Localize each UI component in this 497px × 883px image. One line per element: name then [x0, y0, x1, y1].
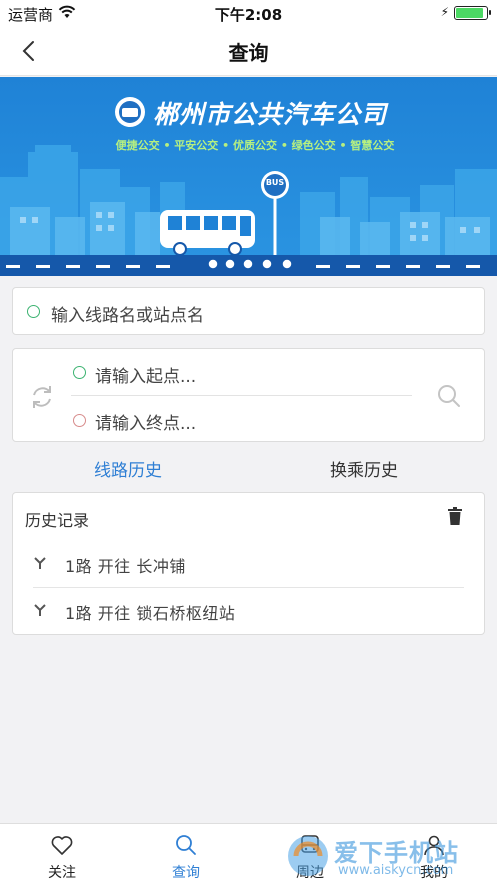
- history-header: 历史记录: [25, 511, 90, 530]
- route-fork-icon: [34, 604, 46, 616]
- divider: [71, 395, 412, 396]
- tab-query[interactable]: 查询: [124, 824, 248, 883]
- history-item-label: 1路 开往 长冲铺: [65, 557, 186, 576]
- watermark-logo-icon: [288, 836, 328, 876]
- heart-icon: [51, 836, 73, 855]
- divider: [33, 587, 464, 588]
- tab-transfer-history[interactable]: 换乘历史: [330, 456, 398, 481]
- status-bar: 运营商 下午2:08 ⚡: [0, 0, 497, 26]
- tab-follow[interactable]: 关注: [0, 824, 124, 883]
- battery-icon: [454, 6, 491, 20]
- start-input[interactable]: 请输入起点...: [95, 362, 196, 387]
- page-title: 查询: [228, 41, 269, 65]
- clock: 下午2:08: [214, 6, 283, 24]
- trash-icon[interactable]: [448, 507, 462, 525]
- watermark-url: www.aiskycn.com: [338, 863, 454, 878]
- history-tabs: 线路历史 换乘历史: [0, 452, 497, 482]
- company-banner: 郴州市公共汽车公司 便捷公交 • 平安公交 • 优质公交 • 绿色公交 • 智慧…: [0, 77, 497, 276]
- line-station-search[interactable]: 输入线路名或站点名: [12, 287, 485, 335]
- history-item-label: 1路 开往 锁石桥枢纽站: [65, 604, 236, 623]
- search-icon: [176, 835, 196, 855]
- end-dot-icon: [73, 414, 86, 427]
- start-dot-icon: [73, 366, 86, 379]
- green-dot-icon: [27, 305, 40, 318]
- search-icon[interactable]: [436, 383, 462, 409]
- tab-line-history[interactable]: 线路历史: [94, 456, 162, 481]
- history-item[interactable]: 1路 开往 锁石桥枢纽站: [13, 589, 484, 636]
- history-card: 历史记录 1路 开往 长冲铺 1路 开往 锁石桥枢纽站: [12, 492, 485, 635]
- history-item[interactable]: 1路 开往 长冲铺: [13, 542, 484, 589]
- company-name: 郴州市公共汽车公司: [153, 100, 388, 129]
- tab-label: 关注: [48, 865, 76, 881]
- charging-icon: ⚡: [440, 5, 449, 19]
- end-input[interactable]: 请输入终点...: [95, 409, 196, 434]
- search-input[interactable]: 输入线路名或站点名: [51, 301, 204, 326]
- tab-label: 查询: [172, 865, 200, 881]
- route-planner-card: 请输入起点... 请输入终点...: [12, 348, 485, 442]
- watermark: 爱下手机站 www.aiskycn.com: [278, 830, 497, 883]
- navigation-bar: 查询: [0, 26, 497, 76]
- swap-icon[interactable]: [28, 383, 56, 411]
- bus-sign-label: BUS: [265, 178, 285, 187]
- route-fork-icon: [34, 557, 46, 569]
- company-slogan: 便捷公交 • 平安公交 • 优质公交 • 绿色公交 • 智慧公交: [115, 139, 395, 152]
